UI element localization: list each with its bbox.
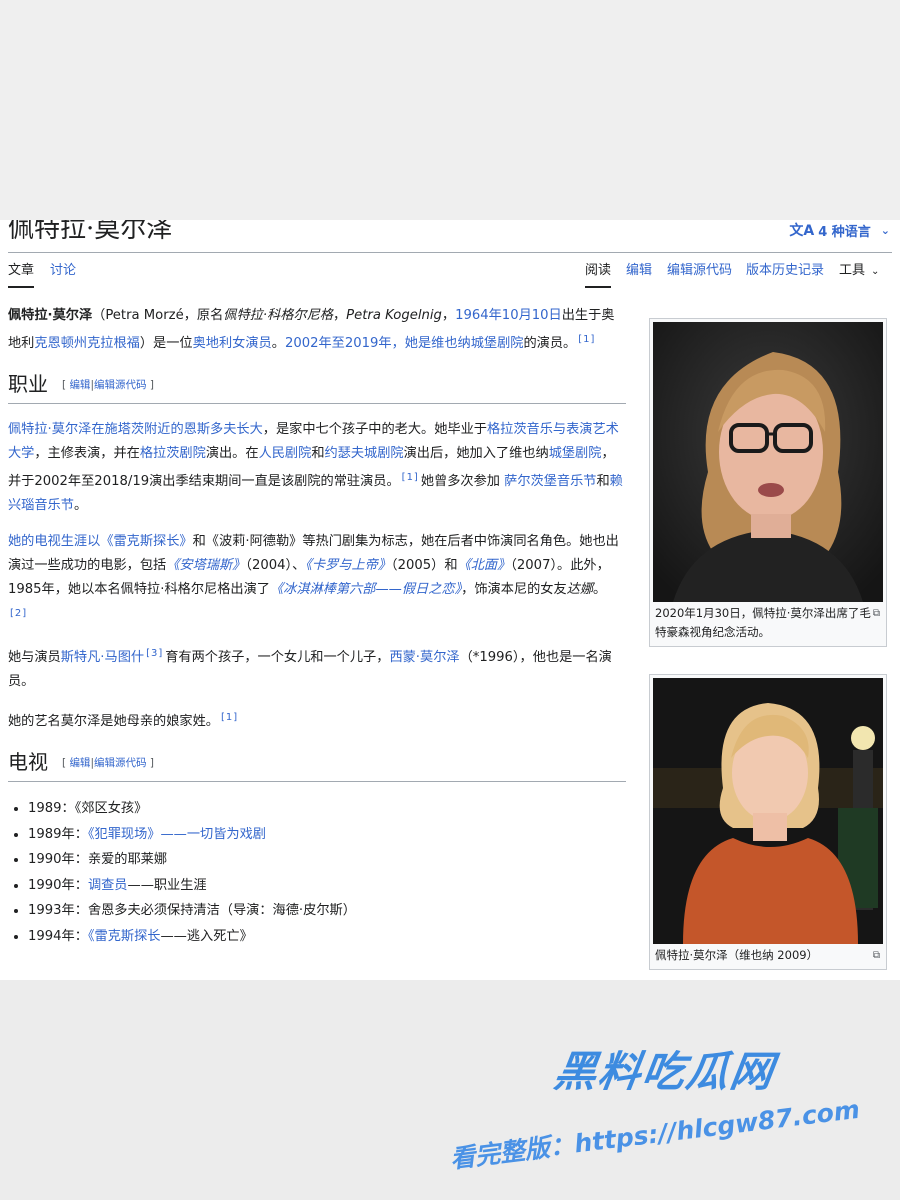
career-intro-link[interactable]: 佩特拉·莫尔泽在施塔茨附近的恩斯多夫长大 bbox=[8, 422, 263, 437]
career-paragraph-1: 佩特拉·莫尔泽在施塔茨附近的恩斯多夫长大，是家中七个孩子中的老大。她毕业于格拉茨… bbox=[8, 422, 623, 513]
portrait-photo-2[interactable] bbox=[653, 678, 883, 944]
list-item: 1990年：调查员——职业生涯 bbox=[28, 873, 626, 899]
magnify-icon[interactable]: ⧉ bbox=[873, 946, 880, 965]
klagenfurt-link[interactable]: 克恩顿州克拉根福 bbox=[34, 336, 140, 351]
tab-talk[interactable]: 讨论 bbox=[50, 262, 76, 280]
tv-title-link[interactable]: 《雷克斯探长 bbox=[88, 929, 161, 944]
career-paragraph-4: 她的艺名莫尔泽是她母亲的娘家姓。 [1] bbox=[8, 712, 239, 729]
chevron-down-icon: ⌄ bbox=[880, 223, 890, 237]
reference-link[interactable]: [1] bbox=[578, 334, 595, 345]
latin-name: Petra Kogelnig bbox=[346, 308, 442, 323]
list-item: 1990年：亲爱的耶莱娜 bbox=[28, 847, 626, 873]
tab-read[interactable]: 阅读 bbox=[585, 262, 612, 288]
lead-name: 佩特拉·莫尔泽 bbox=[8, 308, 93, 323]
portrait-image bbox=[653, 678, 883, 944]
watermark-logo: 黑料吃瓜网 bbox=[551, 1047, 779, 1096]
tv-list: 1989：《郊区女孩》 1989年：《犯罪现场》——一切皆为戏剧 1990年：亲… bbox=[8, 796, 626, 949]
tab-history[interactable]: 版本历史记录 bbox=[746, 262, 824, 280]
tools-menu[interactable]: 工具 ⌄ bbox=[839, 262, 879, 281]
image-caption-1: 2020年1月30日，佩特拉·莫尔泽出席了毛特豪森视角纪念活动。 ⧉ bbox=[655, 604, 880, 639]
section-heading-tv: 电视[ 编辑|编辑源代码 ] bbox=[8, 748, 626, 782]
translate-icon: 文A bbox=[789, 223, 815, 239]
tv-career-link[interactable]: 她的电视生涯以 bbox=[8, 534, 100, 549]
list-item: 1989年：《犯罪现场》——一切皆为戏剧 bbox=[28, 822, 626, 848]
wiki-page: 佩特拉·莫尔泽 文A 4 种语言 ⌄ 文章 讨论 阅读 编辑 编辑源代码 版本历… bbox=[0, 220, 900, 980]
tab-article[interactable]: 文章 bbox=[8, 262, 35, 288]
section-edit-link[interactable]: 编辑 bbox=[69, 379, 90, 391]
career-paragraph-3: 她与演员斯特凡·马图什 [3] 育有两个孩子，一个女儿和一个儿子，西蒙·莫尔泽（*1… bbox=[8, 648, 612, 689]
film-north-face-link[interactable]: 《北面》 bbox=[458, 558, 511, 573]
partner-link[interactable]: 斯特凡·马图什 bbox=[61, 650, 144, 665]
list-item: 1993年：舍恩多夫必须保持清洁（导演：海德·皮尔斯） bbox=[28, 898, 626, 924]
tab-edit-source[interactable]: 编辑源代码 bbox=[667, 262, 732, 280]
film-lemon-popsicle-link[interactable]: 《冰淇淋棒第六部——假日之恋》 bbox=[270, 582, 461, 597]
list-item: 1989：《郊区女孩》 bbox=[28, 796, 626, 822]
section-edit-source-link[interactable]: 编辑源代码 bbox=[94, 757, 147, 769]
title-bar: 佩特拉·莫尔泽 文A 4 种语言 ⌄ bbox=[8, 220, 892, 253]
film-caro-link[interactable]: 《卡罗与上帝》 bbox=[305, 558, 391, 573]
reference-link[interactable]: [1] bbox=[221, 712, 238, 723]
section-edit-source-link[interactable]: 编辑源代码 bbox=[94, 379, 147, 391]
image-caption-2: 佩特拉·莫尔泽（维也纳 2009） ⧉ bbox=[653, 944, 883, 969]
birth-name: 佩特拉·科格尔尼格 bbox=[223, 308, 333, 323]
career-paragraph-2: 她的电视生涯以《雷克斯探长》和《波莉·阿德勒》等热门剧集为标志，她在后者中饰演同… bbox=[8, 534, 619, 619]
rex-link[interactable]: 《雷克斯探长》 bbox=[100, 534, 192, 549]
infobox-image-2: 佩特拉·莫尔泽（维也纳 2009） ⧉ bbox=[649, 674, 887, 970]
reference-link[interactable]: [3] bbox=[146, 648, 163, 659]
language-label: 4 种语言 bbox=[818, 224, 871, 240]
reference-link[interactable]: [2] bbox=[10, 608, 27, 619]
section-heading-career: 职业[ 编辑|编辑源代码 ] bbox=[8, 370, 626, 404]
tv-title-link[interactable]: 调查员 bbox=[88, 878, 128, 893]
infobox-image-1: 2020年1月30日，佩特拉·莫尔泽出席了毛特豪森视角纪念活动。 ⧉ bbox=[649, 318, 887, 647]
list-item: 1994年：《雷克斯探长——逃入死亡》 bbox=[28, 924, 626, 950]
language-button[interactable]: 文A 4 种语言 ⌄ bbox=[789, 220, 890, 240]
lead-paragraph: 佩特拉·莫尔泽（Petra Morzé，原名佩特拉·科格尔尼格，Petra Ko… bbox=[8, 308, 615, 351]
tab-bar: 文章 讨论 阅读 编辑 编辑源代码 版本历史记录 工具 ⌄ bbox=[8, 258, 892, 288]
top-blank-area bbox=[0, 0, 900, 220]
tab-edit[interactable]: 编辑 bbox=[626, 262, 652, 280]
chevron-down-icon: ⌄ bbox=[871, 266, 880, 277]
section-edit-link[interactable]: 编辑 bbox=[69, 757, 90, 769]
page-title: 佩特拉·莫尔泽 bbox=[8, 220, 173, 244]
magnify-icon[interactable]: ⧉ bbox=[873, 604, 880, 623]
film-antares-link[interactable]: 《安塔瑞斯》 bbox=[166, 558, 245, 573]
volkstheater-link[interactable]: 人民剧院 bbox=[259, 446, 312, 461]
section-edit-links: [ 编辑|编辑源代码 ] bbox=[62, 379, 154, 391]
birthdate-link[interactable]: 1964年10月10日 bbox=[455, 308, 562, 323]
reference-link[interactable]: [1] bbox=[402, 472, 419, 483]
son-link[interactable]: 西蒙·莫尔泽 bbox=[389, 650, 459, 665]
burgtheater-link[interactable]: 2002年至2019年，她是维也纳城堡剧院 bbox=[285, 336, 524, 351]
portrait-photo-1[interactable] bbox=[653, 322, 883, 602]
portrait-image bbox=[653, 322, 883, 602]
tv-title-link[interactable]: 《犯罪现场》——一切皆为戏剧 bbox=[88, 827, 266, 842]
tools-label: 工具 bbox=[839, 263, 866, 278]
role-name: 达娜 bbox=[566, 582, 594, 597]
actress-link[interactable]: 奥地利女演员 bbox=[193, 336, 272, 351]
graz-theater-link[interactable]: 格拉茨剧院 bbox=[140, 446, 206, 461]
burgtheater-link-2[interactable]: 城堡剧院 bbox=[549, 446, 602, 461]
salzburg-festival-link[interactable]: 萨尔茨堡音乐节 bbox=[504, 474, 596, 489]
section-edit-links: [ 编辑|编辑源代码 ] bbox=[62, 757, 154, 769]
article-body: 佩特拉·莫尔泽（Petra Morzé，原名佩特拉·科格尔尼格，Petra Ko… bbox=[8, 304, 626, 949]
josefstadt-link[interactable]: 约瑟夫城剧院 bbox=[325, 446, 404, 461]
